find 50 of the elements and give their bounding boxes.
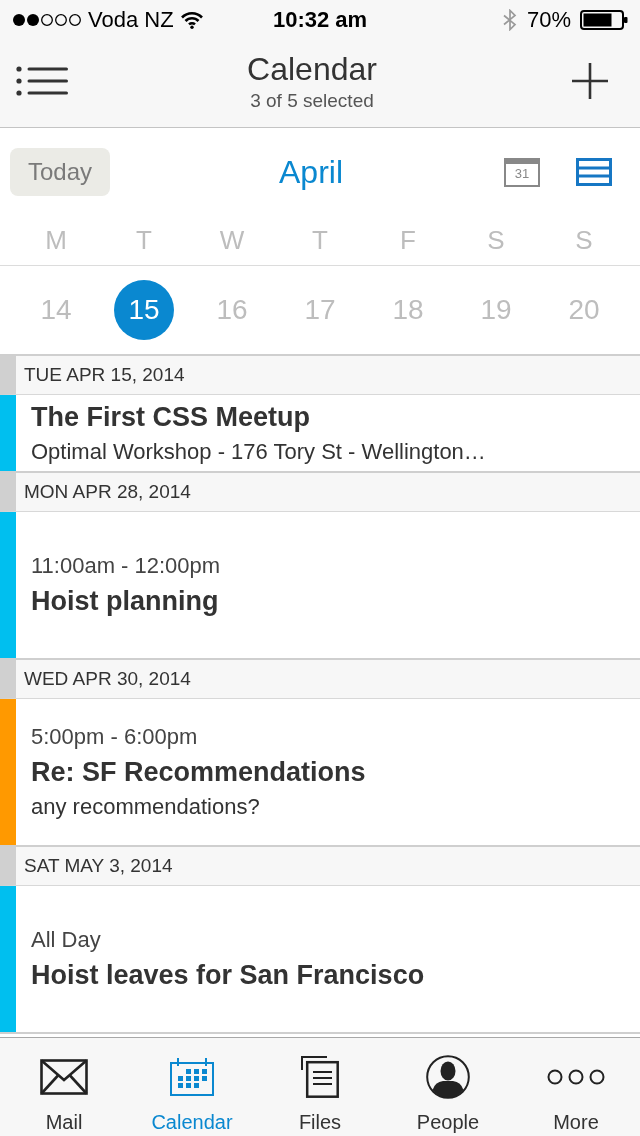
weekday-label: S (487, 225, 505, 256)
event-title: Hoist leaves for San Francisco (31, 959, 425, 992)
tab-item[interactable]: Files (256, 1038, 384, 1136)
event-row[interactable]: 5:00pm - 6:00pm Re: SF Recommendations any recommendations? (0, 699, 640, 847)
battery-icon (580, 10, 628, 30)
weekday-label: M (45, 225, 67, 256)
status-time: 10:32 am (272, 7, 368, 33)
bluetooth-icon (501, 9, 518, 31)
wifi-icon (179, 11, 204, 29)
event-title: Hoist planning (31, 585, 220, 618)
add-icon[interactable] (572, 62, 608, 99)
documents-icon (301, 1056, 339, 1098)
battery-percentage: 70% (526, 7, 571, 33)
today-button[interactable]: Today (10, 148, 110, 196)
calendar-icon (170, 1058, 214, 1096)
weekday-label: F (400, 225, 416, 256)
nav-title: Calendar (247, 49, 377, 89)
date-header: SAT MAY 3, 2014 (0, 847, 640, 886)
event-title: The First CSS Meetup (31, 401, 312, 434)
selected-date[interactable]: 15 (114, 280, 174, 340)
month-title: April (279, 153, 343, 191)
tab-item[interactable]: People (384, 1038, 512, 1136)
weekday-label: T (136, 225, 152, 256)
signal-dots-icon (12, 13, 82, 27)
weekday-label: S (575, 225, 593, 256)
event-row[interactable]: The First CSS Meetup Optimal Workshop - 176 Tory St - Wellington… (0, 395, 640, 473)
weekday-label: T (312, 225, 328, 256)
event-time: All Day (31, 926, 102, 954)
nav-subtitle: 3 of 5 selected (250, 88, 374, 113)
event-time: 11:00am - 12:00pm (31, 552, 221, 580)
person-icon (426, 1055, 470, 1099)
event-title: Re: SF Recommendations (31, 756, 366, 789)
event-details: any recommendations? (31, 793, 261, 821)
event-row[interactable]: All Day Hoist leaves for San Francisco (0, 886, 640, 1034)
date-header: WED APR 30, 2014 (0, 660, 640, 699)
tab-item[interactable]: Calendar (128, 1038, 256, 1136)
event-time: 5:00pm - 6:00pm (31, 723, 199, 751)
carrier-name: Voda NZ (88, 7, 174, 33)
tab-item[interactable]: More (512, 1038, 640, 1136)
envelope-icon (40, 1059, 88, 1095)
day-view-button[interactable]: 31 (504, 157, 540, 187)
date-header: TUE APR 15, 2014 (0, 356, 640, 395)
weekday-label: W (219, 225, 245, 256)
list-view-icon[interactable] (576, 158, 612, 186)
ellipsis-icon (547, 1069, 605, 1085)
tab-item[interactable]: Mail (0, 1038, 128, 1136)
menu-icon[interactable] (16, 65, 68, 96)
event-row[interactable]: 11:00am - 12:00pm Hoist planning (0, 512, 640, 660)
date-header: MON APR 28, 2014 (0, 473, 640, 512)
event-details: Optimal Workshop - 176 Tory St - Wellington… (31, 438, 486, 466)
